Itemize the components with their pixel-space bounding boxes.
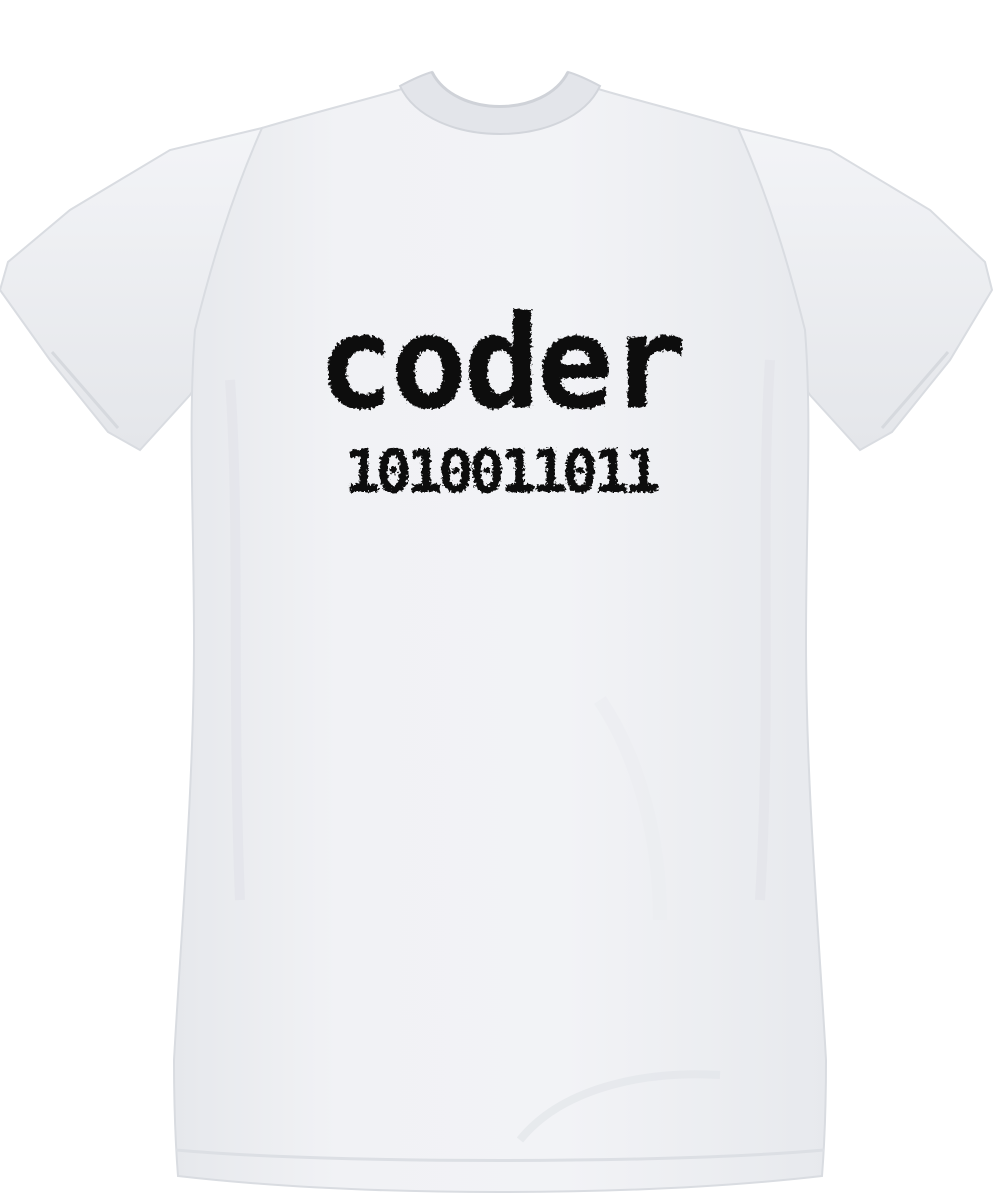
print-word: coder	[317, 289, 686, 438]
product-image: coder 1010011011	[0, 0, 1000, 1200]
print-binary: 1010011011	[344, 437, 660, 507]
shirt-body	[172, 86, 828, 1194]
tshirt-icon	[0, 70, 994, 1194]
